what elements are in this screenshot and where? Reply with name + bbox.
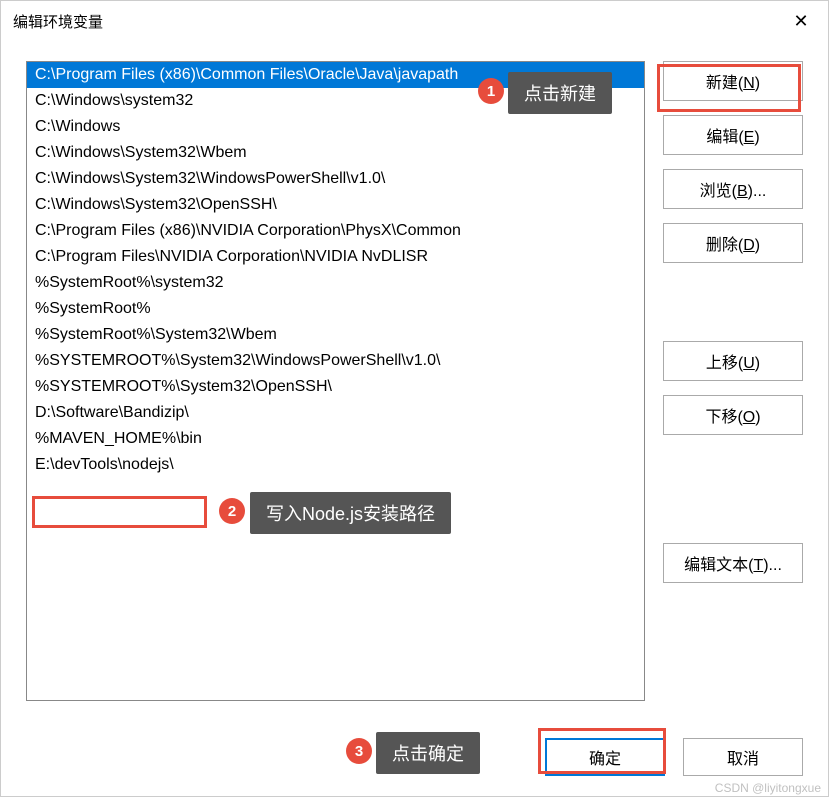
list-item[interactable]: %SystemRoot%\System32\Wbem <box>27 322 644 348</box>
edit-text-button[interactable]: 编辑文本(T)... <box>663 543 803 583</box>
list-item[interactable]: D:\Software\Bandizip\ <box>27 400 644 426</box>
move-up-button[interactable]: 上移(U) <box>663 341 803 381</box>
cancel-button[interactable]: 取消 <box>683 738 803 776</box>
titlebar: 编辑环境变量 ✕ <box>1 1 828 41</box>
env-var-dialog: 编辑环境变量 ✕ C:\Program Files (x86)\Common F… <box>0 0 829 797</box>
move-down-button[interactable]: 下移(O) <box>663 395 803 435</box>
dialog-content: C:\Program Files (x86)\Common Files\Orac… <box>1 41 828 723</box>
list-item[interactable]: C:\Windows <box>27 114 644 140</box>
spacer <box>663 449 803 529</box>
annotation-tooltip-1: 点击新建 <box>508 72 612 114</box>
list-item[interactable]: %SYSTEMROOT%\System32\OpenSSH\ <box>27 374 644 400</box>
list-item[interactable]: %SYSTEMROOT%\System32\WindowsPowerShell\… <box>27 348 644 374</box>
annotation-badge-1: 1 <box>478 78 504 104</box>
spacer <box>663 277 803 327</box>
edit-button[interactable]: 编辑(E) <box>663 115 803 155</box>
browse-button[interactable]: 浏览(B)... <box>663 169 803 209</box>
delete-button[interactable]: 删除(D) <box>663 223 803 263</box>
annotation-badge-3: 3 <box>346 738 372 764</box>
list-item[interactable]: %SystemRoot% <box>27 296 644 322</box>
list-item[interactable]: %SystemRoot%\system32 <box>27 270 644 296</box>
list-item[interactable]: C:\Windows\System32\WindowsPowerShell\v1… <box>27 166 644 192</box>
list-item[interactable]: C:\Program Files\NVIDIA Corporation\NVID… <box>27 244 644 270</box>
button-column: 新建(N) 编辑(E) 浏览(B)... 删除(D) 上移(U) 下移(O) 编… <box>663 61 803 713</box>
list-item[interactable]: E:\devTools\nodejs\ <box>27 452 644 478</box>
annotation-tooltip-3: 点击确定 <box>376 732 480 774</box>
list-item[interactable]: C:\Program Files (x86)\NVIDIA Corporatio… <box>27 218 644 244</box>
list-item[interactable]: C:\Windows\System32\Wbem <box>27 140 644 166</box>
dialog-title: 编辑环境变量 <box>13 11 103 32</box>
path-list[interactable]: C:\Program Files (x86)\Common Files\Orac… <box>26 61 645 701</box>
annotation-tooltip-2: 写入Node.js安装路径 <box>250 492 451 534</box>
list-item[interactable]: %MAVEN_HOME%\bin <box>27 426 644 452</box>
ok-button[interactable]: 确定 <box>545 738 665 776</box>
annotation-badge-2: 2 <box>219 498 245 524</box>
list-item[interactable]: C:\Windows\System32\OpenSSH\ <box>27 192 644 218</box>
watermark: CSDN @liyitongxue <box>715 781 821 795</box>
new-button[interactable]: 新建(N) <box>663 61 803 101</box>
close-icon[interactable]: ✕ <box>786 6 816 36</box>
